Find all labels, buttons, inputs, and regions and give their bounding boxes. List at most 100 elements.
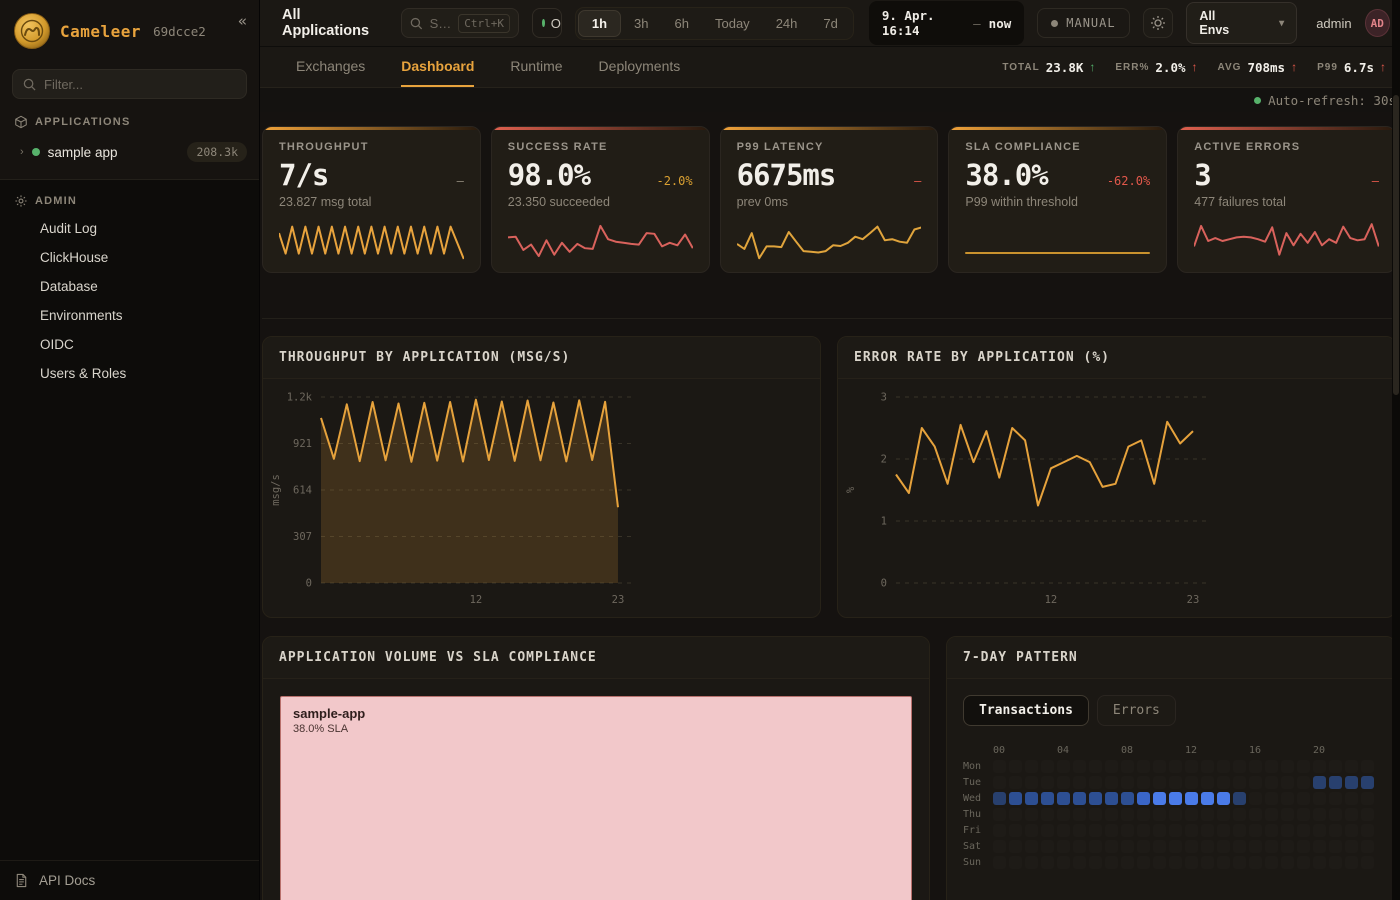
heatmap-cell — [1329, 792, 1342, 805]
page-scrollbar — [1392, 0, 1400, 900]
sidebar-filter-input[interactable]: Filter... — [12, 69, 247, 99]
sidebar-item-database[interactable]: Database — [0, 272, 259, 301]
heatmap-cell — [1169, 840, 1182, 853]
heatmap-cell — [993, 792, 1006, 805]
time-range-3h[interactable]: 3h — [621, 11, 661, 36]
sidebar-item-oidc[interactable]: OIDC — [0, 330, 259, 359]
pattern-toggle-transactions[interactable]: Transactions — [963, 695, 1089, 726]
dashboard-content: THROUGHPUT7/s–23.827 msg totalSUCCESS RA… — [260, 112, 1400, 900]
tab-deployments[interactable]: Deployments — [599, 47, 681, 87]
applications-section-header: APPLICATIONS — [0, 99, 259, 135]
env-select[interactable]: All Envs ▾ — [1186, 2, 1297, 44]
time-range-7d[interactable]: 7d — [810, 11, 850, 36]
kpi-delta: -2.0% — [656, 174, 692, 188]
heatmap-cell — [1201, 856, 1214, 869]
status-dot-green — [32, 148, 40, 156]
heatmap-cell — [1217, 856, 1230, 869]
heatmap-cell — [1073, 760, 1086, 773]
chevron-right-icon[interactable]: › — [20, 146, 24, 158]
time-range-1h[interactable]: 1h — [578, 10, 621, 37]
heatmap-cell — [1153, 760, 1166, 773]
sidebar-item-api-docs[interactable]: API Docs — [0, 860, 259, 900]
manual-mode-button[interactable]: MANUAL — [1037, 8, 1129, 38]
panel-title: ERROR RATE BY APPLICATION (%) — [838, 337, 1395, 379]
heatmap-cell — [1233, 792, 1246, 805]
heatmap-cell — [1057, 792, 1070, 805]
time-range-6h[interactable]: 6h — [662, 11, 702, 36]
heatmap-cell — [1297, 776, 1310, 789]
heatmap-cell — [1185, 808, 1198, 821]
global-search-input[interactable]: S… Ctrl+K — [401, 8, 519, 38]
heatmap-cell — [1361, 824, 1374, 837]
treemap-cell-sample-app[interactable]: sample-app 38.0% SLA — [280, 696, 912, 900]
time-range-24h[interactable]: 24h — [763, 11, 811, 36]
kpi-card-active-errors: ACTIVE ERRORS3–477 failures total — [1177, 126, 1396, 273]
tab-exchanges[interactable]: Exchanges — [296, 47, 365, 87]
sidebar-admin-section: ADMIN Audit LogClickHouseDatabaseEnviron… — [0, 180, 259, 900]
scrollbar-thumb[interactable] — [1393, 95, 1399, 395]
heatmap-cell — [1329, 808, 1342, 821]
heatmap-cell — [1233, 856, 1246, 869]
sidebar-item-sample-app[interactable]: › sample app 208.3k — [0, 135, 259, 169]
kpi-value-row: 38.0%-62.0% — [965, 158, 1150, 192]
theme-toggle-button[interactable] — [1143, 8, 1174, 38]
svg-text:12: 12 — [470, 594, 483, 606]
kpi-sparkline — [508, 220, 693, 262]
kpi-subtitle: 477 failures total — [1194, 195, 1379, 209]
chevron-down-icon: ▾ — [1279, 18, 1284, 29]
heatmap-cell — [1009, 792, 1022, 805]
kpi-value: 3 — [1194, 158, 1210, 192]
heatmap-cell — [1249, 840, 1262, 853]
heatmap-cell — [1121, 776, 1134, 789]
online-indicator-toggle[interactable]: O — [532, 8, 562, 38]
heatmap-grid: 000408121620MonTueWedThuFriSatSun — [963, 742, 1379, 870]
heatmap-cell — [1217, 792, 1230, 805]
kpi-card-sla-compliance: SLA COMPLIANCE38.0%-62.0%P99 within thre… — [948, 126, 1167, 273]
heatmap-cell — [1057, 760, 1070, 773]
heatmap-cell — [1233, 760, 1246, 773]
svg-text:614: 614 — [293, 485, 312, 497]
heatmap-cell — [1073, 776, 1086, 789]
heatmap-cell — [1105, 808, 1118, 821]
kpi-value-row: 3– — [1194, 158, 1379, 192]
sidebar-collapse-button[interactable]: « — [238, 12, 247, 30]
panel-title: 7-DAY PATTERN — [947, 637, 1395, 679]
pattern-toggle-errors[interactable]: Errors — [1097, 695, 1176, 726]
tab-runtime[interactable]: Runtime — [510, 47, 562, 87]
heatmap-cell — [1281, 808, 1294, 821]
avatar[interactable]: AD — [1365, 9, 1390, 37]
heatmap-cell — [1201, 824, 1214, 837]
app-item-label: sample app — [48, 145, 180, 160]
sidebar-item-users-roles[interactable]: Users & Roles — [0, 359, 259, 388]
heatmap-cell — [993, 760, 1006, 773]
sidebar-item-environments[interactable]: Environments — [0, 301, 259, 330]
heatmap-cell — [1089, 808, 1102, 821]
heatmap-cell — [1265, 856, 1278, 869]
heatmap-cell — [1201, 776, 1214, 789]
sidebar-item-audit-log[interactable]: Audit Log — [0, 214, 259, 243]
heatmap-cell — [1361, 808, 1374, 821]
sidebar-item-clickhouse[interactable]: ClickHouse — [0, 243, 259, 272]
heatmap-cell — [1249, 824, 1262, 837]
tab-dashboard[interactable]: Dashboard — [401, 47, 474, 87]
heatmap-cell — [1361, 760, 1374, 773]
kpi-title: THROUGHPUT — [279, 141, 464, 153]
heatmap-cell — [1185, 856, 1198, 869]
heatmap-cell — [1025, 808, 1038, 821]
date-range-picker[interactable]: 9. Apr. 16:14 – now — [869, 1, 1024, 45]
heatmap-cell — [1153, 824, 1166, 837]
kpi-sparkline — [737, 220, 922, 262]
heatmap-cell — [993, 856, 1006, 869]
treemap-cell-name: sample-app — [293, 706, 899, 721]
heatmap-cell — [1233, 840, 1246, 853]
time-range-today[interactable]: Today — [702, 11, 763, 36]
stat-value: 708ms — [1247, 60, 1285, 75]
sidebar-top: Cameleer 69dcce2 « Filter... APPLICATION… — [0, 0, 259, 180]
kpi-delta: – — [1372, 174, 1379, 188]
kpi-subtitle: prev 0ms — [737, 195, 922, 209]
heatmap-cell — [1185, 824, 1198, 837]
tabs: Exchanges Dashboard Runtime Deployments — [296, 47, 716, 87]
panel-title: APPLICATION VOLUME VS SLA COMPLIANCE — [263, 637, 929, 679]
stat-total: TOTAL23.8K↑ — [1002, 60, 1095, 75]
heatmap-cell — [1345, 856, 1358, 869]
